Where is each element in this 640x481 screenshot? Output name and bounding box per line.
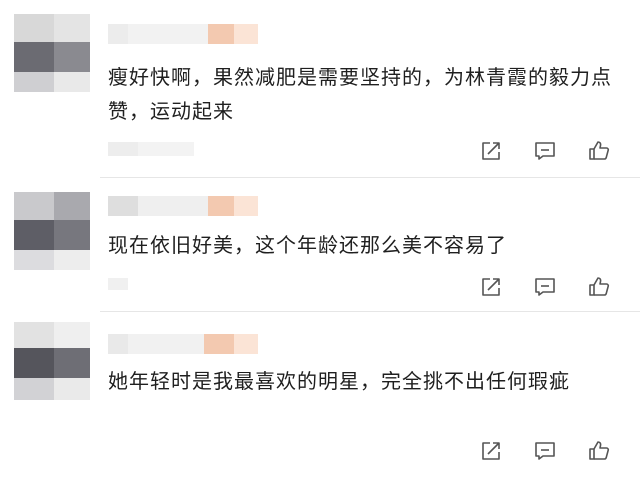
comment-actions: [478, 138, 612, 164]
avatar[interactable]: [14, 192, 90, 270]
comment-feed: 瘦好快啊，果然减肥是需要坚持的，为林青霞的毅力点赞，运动起来 现在依旧好美，这个…: [0, 0, 640, 481]
avatar[interactable]: [14, 14, 90, 92]
like-icon[interactable]: [586, 138, 612, 164]
username[interactable]: [108, 334, 258, 354]
reply-icon[interactable]: [532, 274, 558, 300]
comment-actions: [478, 274, 612, 300]
username[interactable]: [108, 24, 258, 44]
share-icon[interactable]: [478, 438, 504, 464]
avatar[interactable]: [14, 322, 90, 400]
comment-text: 现在依旧好美，这个年龄还那么美不容易了: [108, 233, 507, 257]
comment-item: 她年轻时是我最喜欢的明星，完全挑不出任何瑕疵: [0, 312, 640, 481]
username[interactable]: [108, 196, 258, 216]
comment-text: 她年轻时是我最喜欢的明星，完全挑不出任何瑕疵: [108, 369, 570, 393]
timestamp: [108, 142, 194, 156]
like-icon[interactable]: [586, 274, 612, 300]
like-icon[interactable]: [586, 438, 612, 464]
reply-icon[interactable]: [532, 438, 558, 464]
reply-icon[interactable]: [532, 138, 558, 164]
share-icon[interactable]: [478, 138, 504, 164]
comment-item: 现在依旧好美，这个年龄还那么美不容易了: [0, 178, 640, 312]
comment-text: 瘦好快啊，果然减肥是需要坚持的，为林青霞的毅力点赞，运动起来: [108, 65, 612, 123]
share-icon[interactable]: [478, 274, 504, 300]
timestamp: [108, 278, 128, 290]
comment-actions: [478, 438, 612, 464]
comment-item: 瘦好快啊，果然减肥是需要坚持的，为林青霞的毅力点赞，运动起来: [0, 0, 640, 178]
